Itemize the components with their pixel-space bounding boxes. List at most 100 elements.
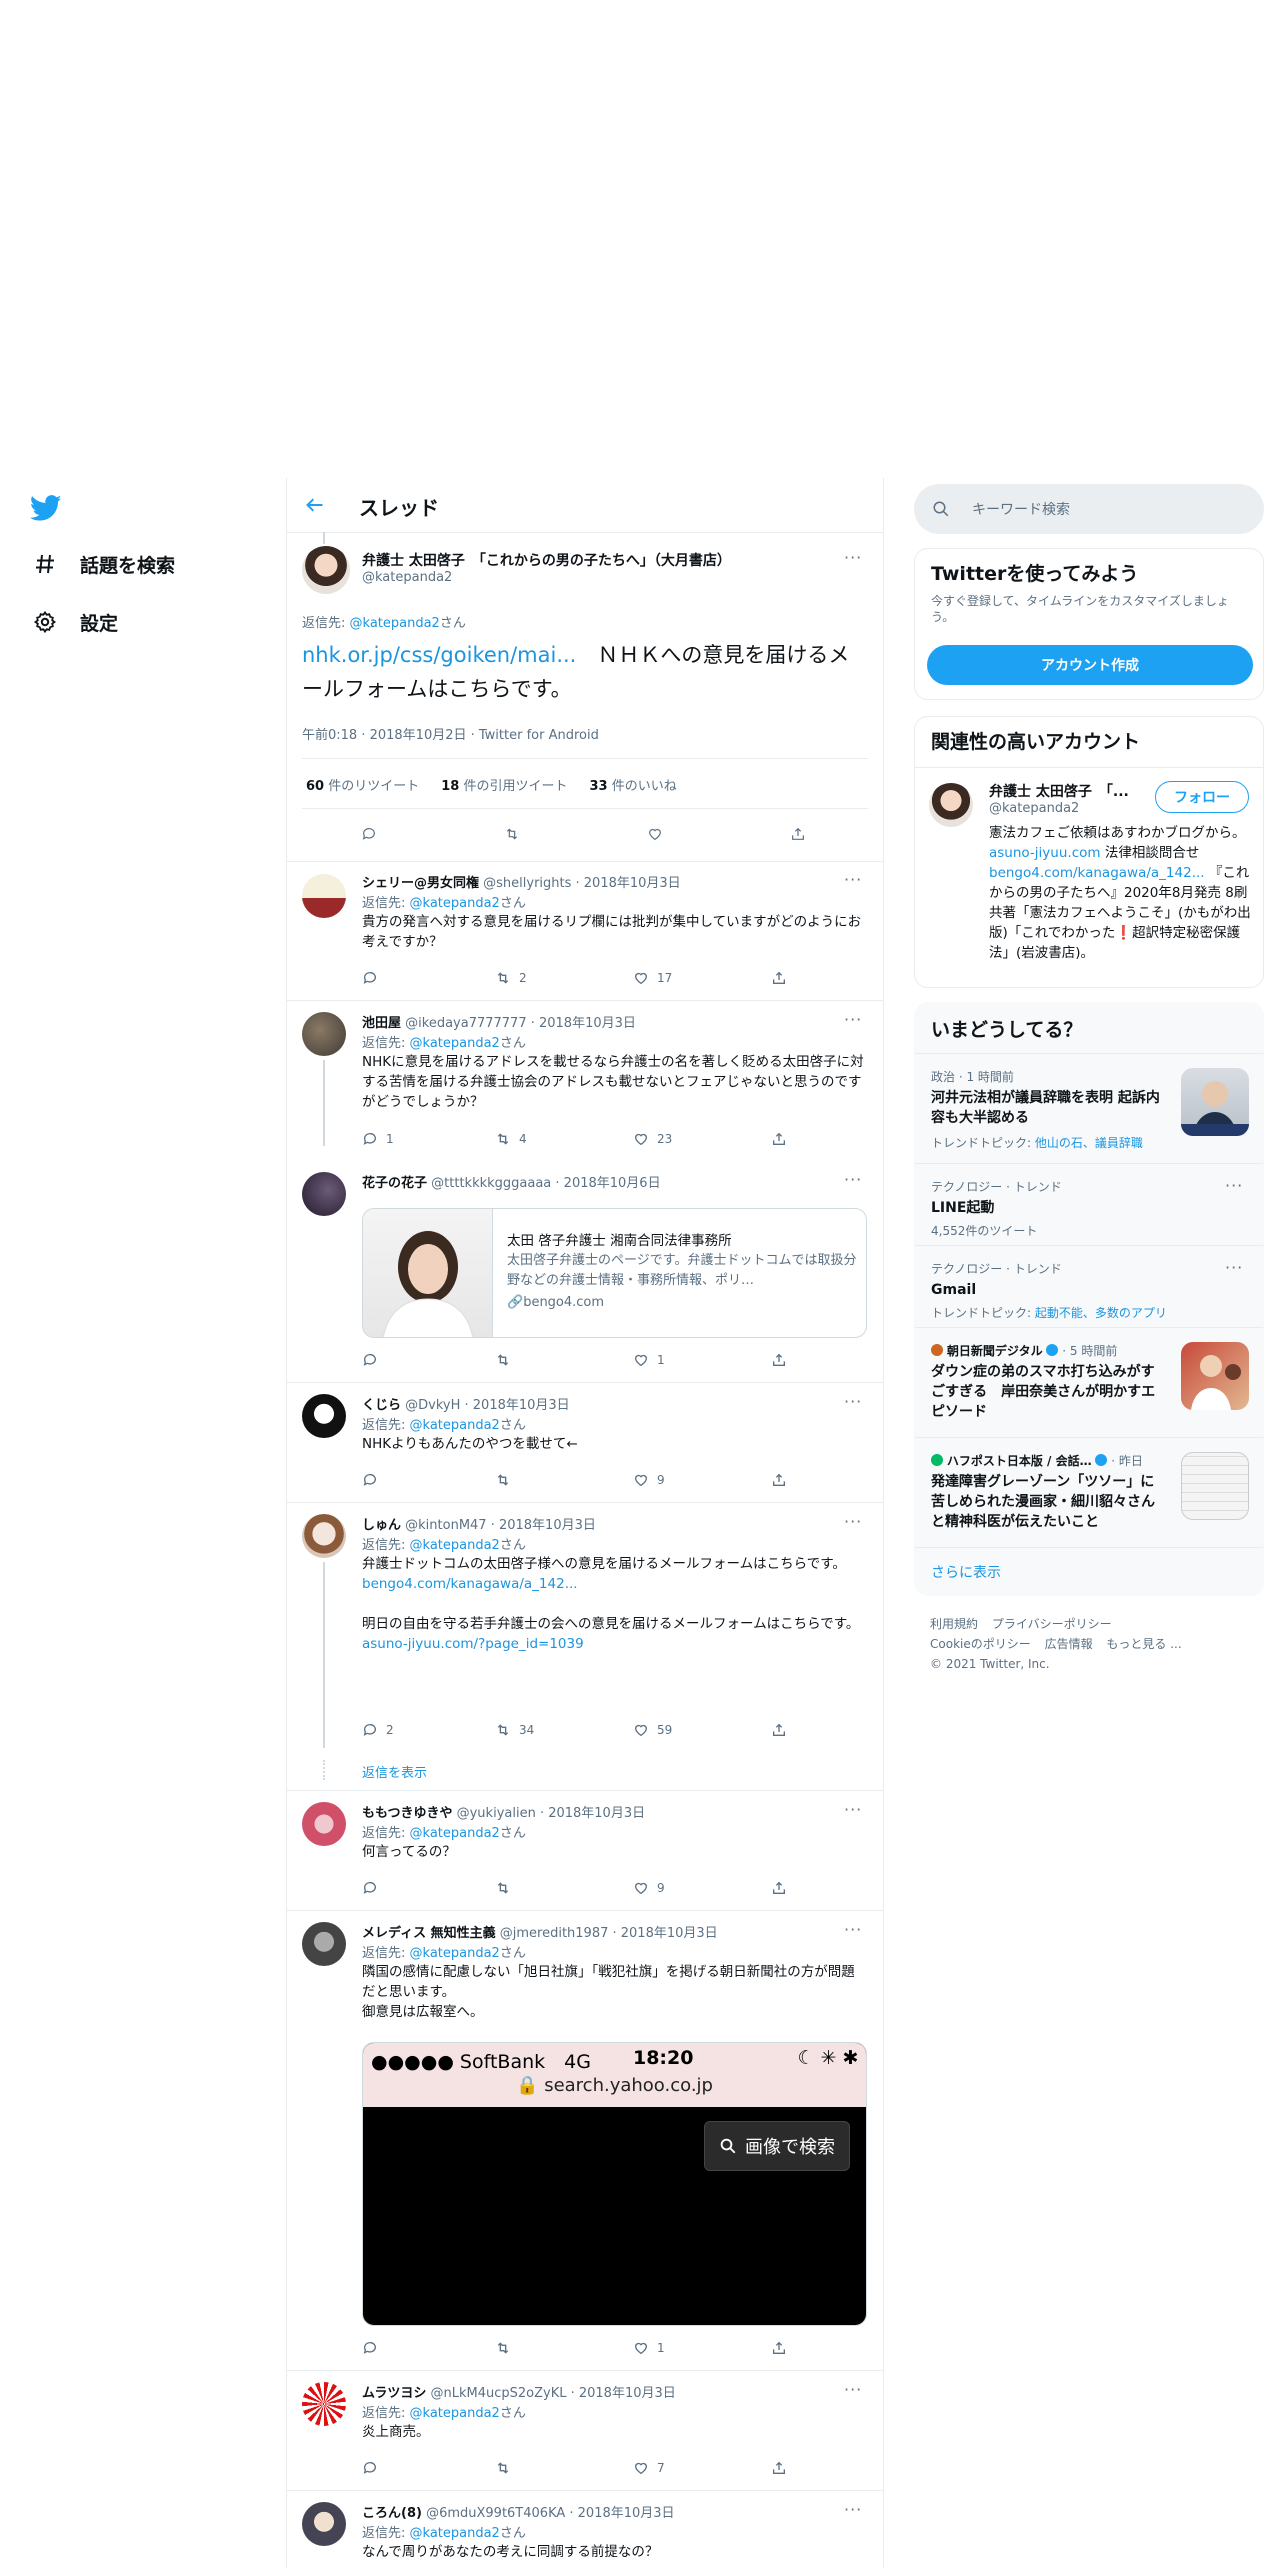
back-arrow-icon[interactable] [305, 495, 325, 515]
reply-to-link[interactable]: @katepanda2 [410, 2526, 500, 2541]
tweet-author[interactable]: しゅん @kintonM47 · 2018年10月3日 [362, 1514, 596, 1533]
avatar[interactable] [302, 2502, 346, 2546]
share-button[interactable] [771, 970, 787, 986]
tweet-link[interactable]: asuno-jiyuu.com/?page_id=1039 [362, 1634, 867, 1654]
twitter-logo-icon[interactable] [29, 492, 62, 524]
retweet-button[interactable]: 4 [495, 1131, 633, 1147]
tweet-media-image[interactable]: ●●●●● SoftBank 4G 18:20 ☾ ✳ ✱ 9% 🔒 searc… [362, 2042, 867, 2326]
avatar[interactable] [302, 1802, 346, 1846]
share-button[interactable] [771, 1131, 787, 1147]
more-options-icon[interactable]: ··· [844, 1392, 862, 1411]
tweet-link[interactable]: nhk.or.jp/css/goiken/mai... [302, 643, 576, 667]
avatar[interactable] [302, 546, 350, 594]
tweet-author[interactable]: メレディス 無知性主義 @jmeredith1987 · 2018年10月3日 [362, 1922, 718, 1941]
avatar[interactable] [929, 783, 973, 827]
share-button[interactable] [771, 1880, 787, 1896]
more-options-icon[interactable]: ··· [1225, 1258, 1243, 1277]
like-button[interactable]: 23 [633, 1131, 771, 1147]
trend-item[interactable]: ハフポスト日本版 / 会話… · 昨日 発達障害グレーゾーン「ツソー」に苦しめら… [915, 1437, 1263, 1547]
reply-icon[interactable] [361, 826, 504, 842]
share-button[interactable] [771, 2340, 787, 2356]
reply-button[interactable] [362, 1472, 495, 1488]
share-button[interactable] [771, 2460, 787, 2476]
trend-item[interactable]: 朝日新聞デジタル · 5 時間前 ダウン症の弟のスマホ打ち込みがすごすぎる 岸田… [915, 1327, 1263, 1437]
tweet-author[interactable]: ころん(8) @6mduX99t6T406KA · 2018年10月3日 [362, 2502, 675, 2521]
nav-explore[interactable]: 話題を検索 [32, 546, 175, 582]
reply-to-link[interactable]: @katepanda2 [410, 896, 500, 911]
like-button[interactable]: 7 [633, 2460, 771, 2476]
tweet-author[interactable]: ももつきゆきや @yukiyalien · 2018年10月3日 [362, 1802, 645, 1821]
reply-button[interactable] [362, 2340, 495, 2356]
more-options-icon[interactable]: ··· [1225, 1176, 1243, 1195]
avatar[interactable] [302, 1922, 346, 1966]
tweet-link[interactable]: bengo4.com/kanagawa/a_142... [362, 1574, 867, 1594]
reply-to-link[interactable]: @katepanda2 [410, 1946, 500, 1961]
trend-item[interactable]: テクノロジー · トレンド Gmail トレンドトピック: 起動不能、多数のアプ… [915, 1245, 1263, 1327]
create-account-button[interactable]: アカウント作成 [927, 645, 1253, 685]
avatar[interactable] [302, 1012, 346, 1056]
reply-to-link[interactable]: @katepanda2 [410, 1036, 500, 1051]
share-button[interactable] [771, 1722, 787, 1738]
bio-link[interactable]: asuno-jiyuu.com [989, 845, 1101, 861]
tweet-author[interactable]: くじら @DvkyH · 2018年10月3日 [362, 1394, 570, 1413]
author-handle[interactable]: @katepanda2 [362, 570, 452, 585]
more-options-icon[interactable]: ··· [844, 2380, 862, 2399]
tweet-author[interactable]: ムラツヨシ @nLkM4ucpS2oZyKL · 2018年10月3日 [362, 2382, 676, 2401]
trend-item[interactable]: 政治 · 1 時間前 河井元法相が議員辞職を表明 起訴内容も大半認める トレンド… [915, 1053, 1263, 1163]
reply-button[interactable] [362, 2460, 495, 2476]
terms-link[interactable]: 利用規約 [930, 1617, 978, 1631]
trend-item[interactable]: テクノロジー · トレンド LINE起動 4,552件のツイート ··· [915, 1163, 1263, 1245]
retweet-button[interactable] [495, 1472, 633, 1488]
reply-button[interactable] [362, 970, 495, 986]
reply-button[interactable] [362, 1352, 495, 1368]
reply-to-link[interactable]: @katepanda2 [410, 1826, 500, 1841]
quote-stat[interactable]: 18 件の引用ツイート [441, 775, 567, 794]
more-options-icon[interactable]: ··· [844, 2500, 862, 2519]
more-options-icon[interactable]: ··· [844, 1920, 862, 1939]
retweet-icon[interactable] [504, 826, 647, 842]
nav-settings[interactable]: 設定 [32, 604, 118, 640]
share-button[interactable] [771, 1472, 787, 1488]
show-more-link[interactable]: さらに表示 [931, 1562, 1001, 1582]
reply-button[interactable]: 1 [362, 1131, 495, 1147]
retweet-button[interactable]: 2 [495, 970, 633, 986]
retweet-stat[interactable]: 60 件のリツイート [306, 775, 419, 794]
avatar[interactable] [302, 1514, 346, 1558]
like-button[interactable]: 59 [633, 1722, 771, 1738]
avatar[interactable] [302, 2382, 346, 2426]
more-options-icon[interactable]: ··· [844, 870, 862, 889]
reply-to-link[interactable]: @katepanda2 [410, 1538, 500, 1553]
like-button[interactable]: 9 [633, 1880, 771, 1896]
retweet-button[interactable] [495, 1880, 633, 1896]
avatar[interactable] [302, 1394, 346, 1438]
more-options-icon[interactable]: ··· [844, 1512, 862, 1531]
account-name[interactable]: 弁護士 太田啓子 「... [989, 781, 1129, 801]
like-button[interactable]: 17 [633, 970, 771, 986]
reply-to-link[interactable]: @katepanda2 [410, 2406, 500, 2421]
like-button[interactable]: 1 [633, 1352, 771, 1368]
show-more-row[interactable]: さらに表示 [915, 1547, 1263, 1595]
more-options-icon[interactable]: ··· [844, 1800, 862, 1819]
tweet-timestamp[interactable]: 午前0:18 · 2018年10月2日 · Twitter for Androi… [302, 724, 599, 743]
share-button[interactable] [771, 1352, 787, 1368]
bio-link[interactable]: bengo4.com/kanagawa/a_142... [989, 865, 1205, 881]
tweet-author[interactable]: 花子の花子 @ttttkkkkgggaaaa · 2018年10月6日 [362, 1172, 661, 1191]
ads-link[interactable]: 広告情報 [1045, 1637, 1093, 1651]
retweet-button[interactable]: 34 [495, 1722, 633, 1738]
more-options-icon[interactable]: ··· [844, 548, 862, 567]
retweet-button[interactable] [495, 2340, 633, 2356]
tweet-author[interactable]: シェリー@男女同権 @shellyrights · 2018年10月3日 [362, 872, 681, 891]
like-button[interactable]: 9 [633, 1472, 771, 1488]
retweet-button[interactable] [495, 1352, 633, 1368]
author-name[interactable]: 弁護士 太田啓子 「これからの男の子たちへ」（大月書店） [362, 550, 731, 570]
show-replies-link[interactable]: 返信を表示 [362, 1762, 427, 1781]
retweet-button[interactable] [495, 2460, 633, 2476]
more-options-icon[interactable]: ··· [844, 1170, 862, 1189]
reply-button[interactable] [362, 1880, 495, 1896]
link-card[interactable]: 太田 啓子弁護士 湘南合同法律事務所 太田啓子弁護士のページです。弁護士ドットコ… [362, 1208, 867, 1338]
more-options-icon[interactable]: ··· [844, 1010, 862, 1029]
cookie-link[interactable]: Cookieのポリシー [930, 1637, 1031, 1651]
tweet-author[interactable]: 池田屋 @ikedaya7777777 · 2018年10月3日 [362, 1012, 636, 1031]
privacy-link[interactable]: プライバシーポリシー [992, 1617, 1112, 1631]
avatar[interactable] [302, 874, 346, 918]
